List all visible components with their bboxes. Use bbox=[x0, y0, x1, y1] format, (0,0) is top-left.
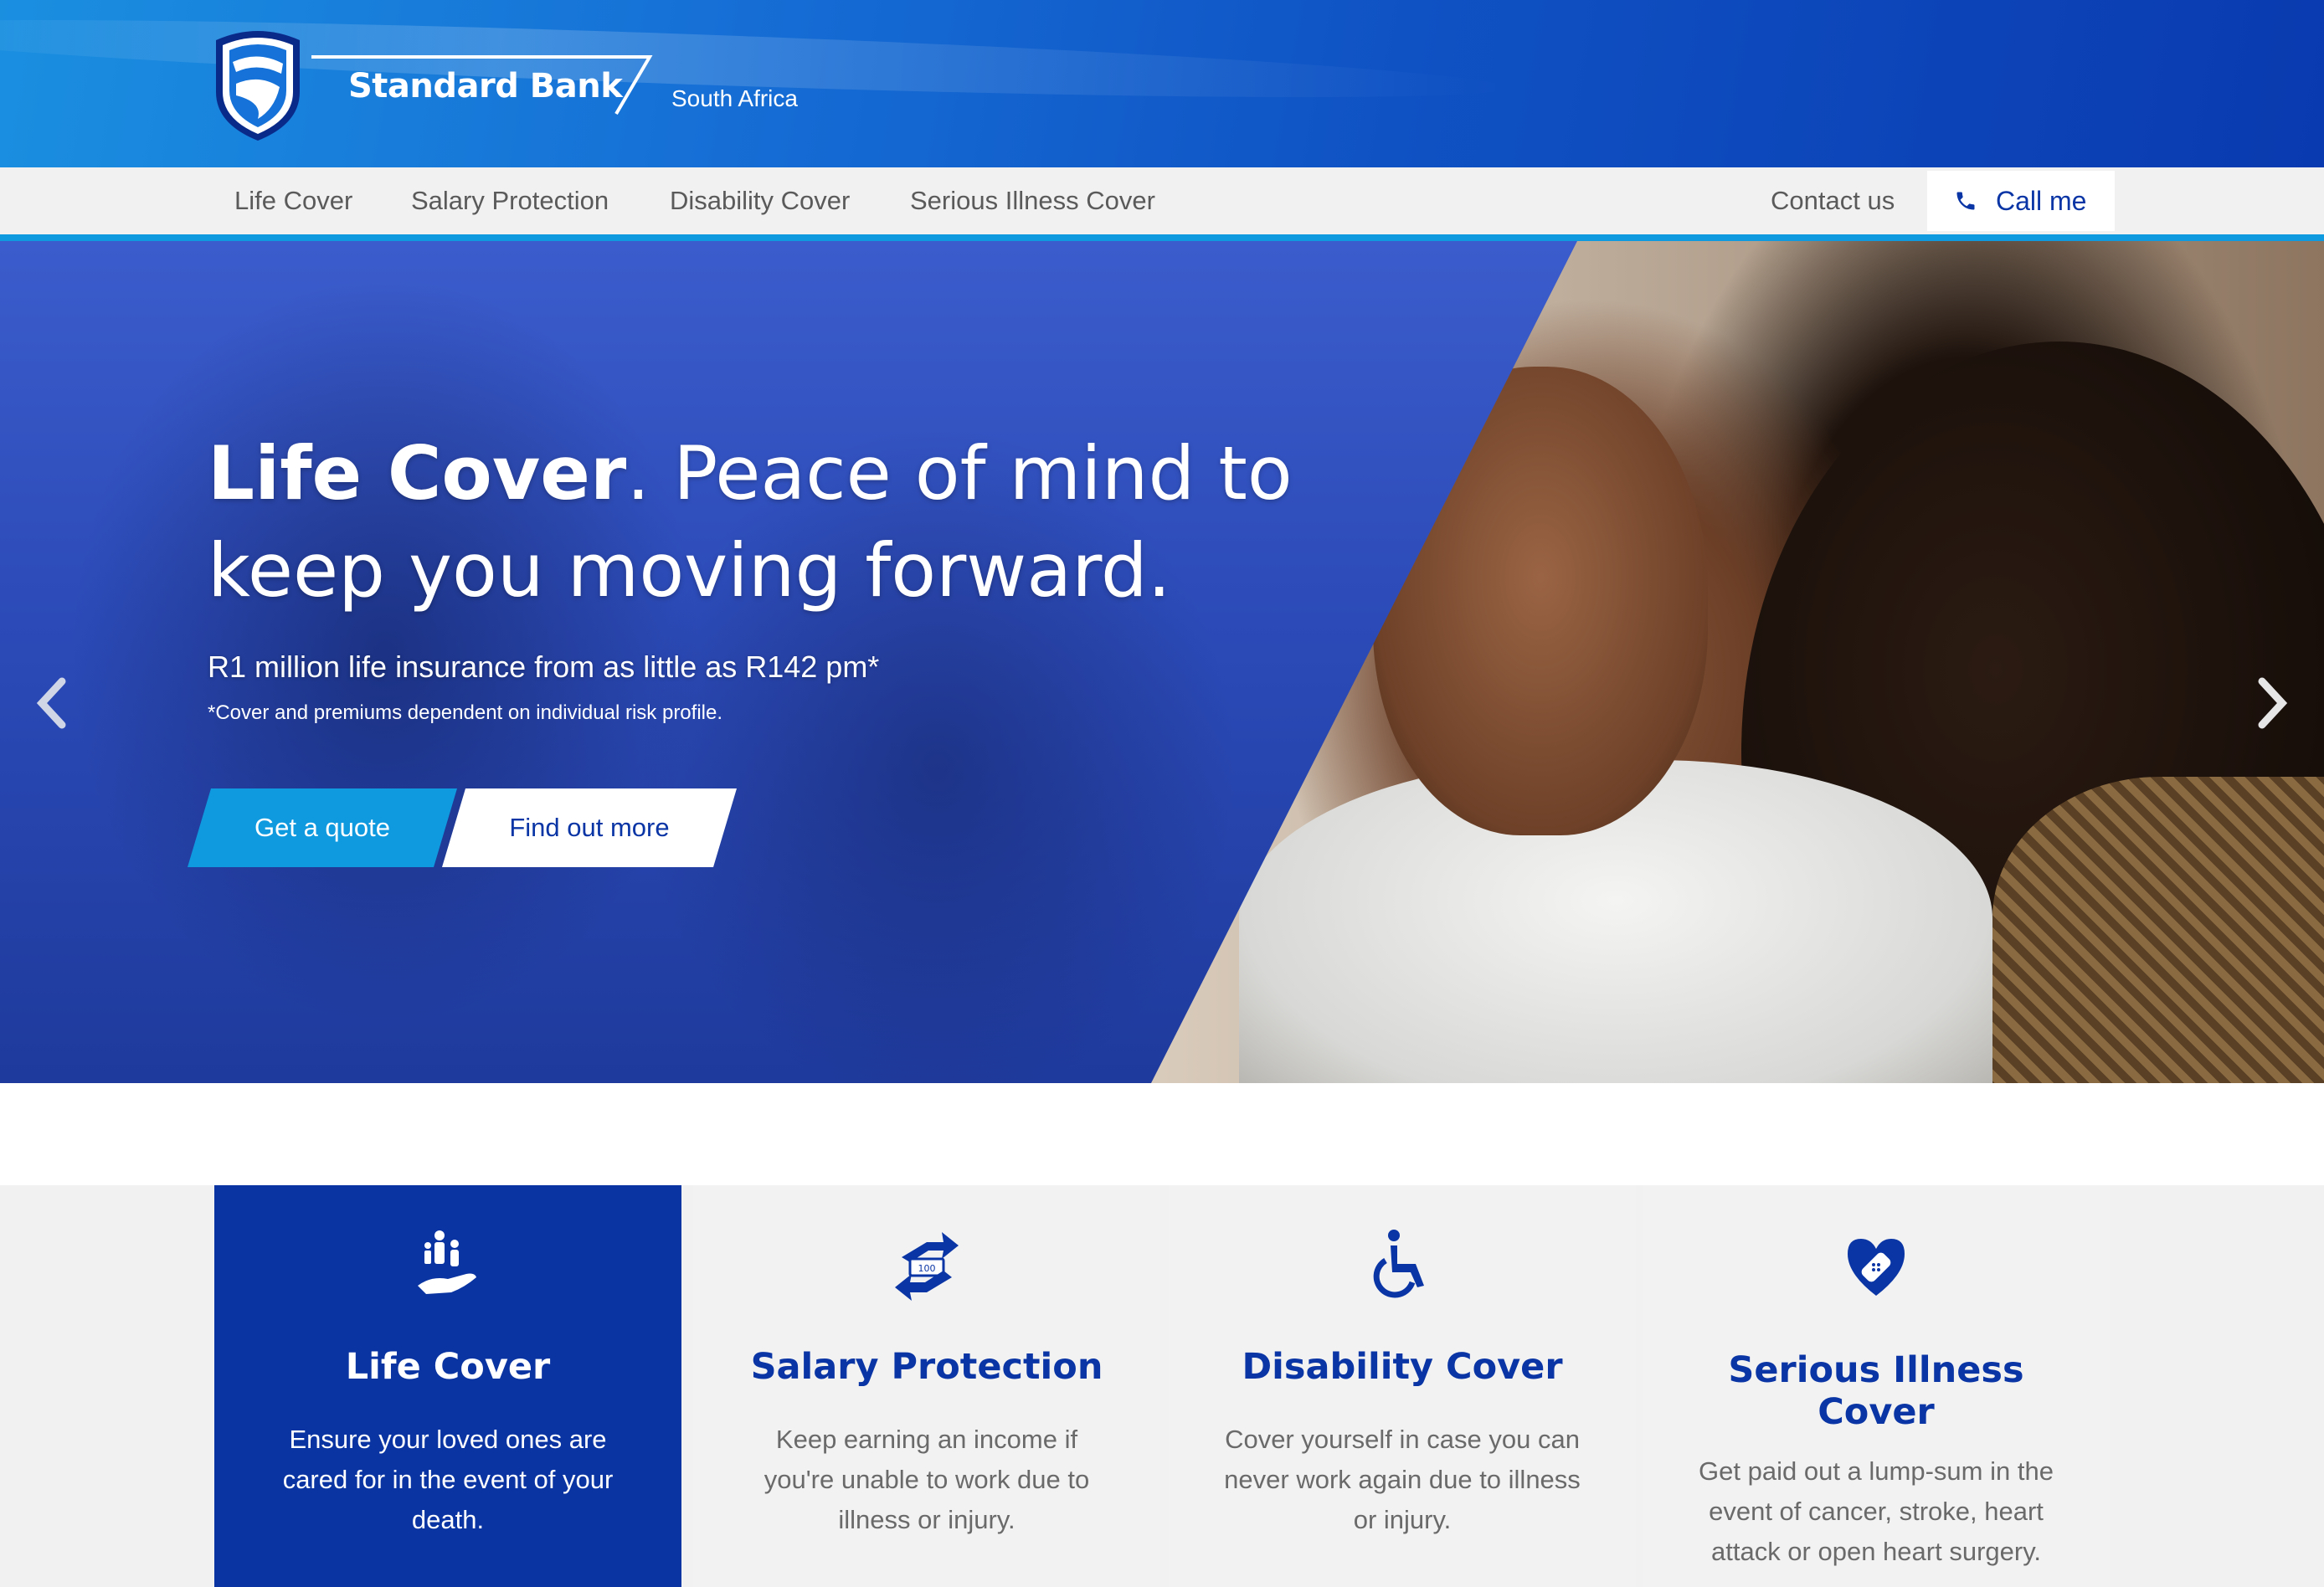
money-hands-icon: 100 bbox=[895, 1232, 959, 1301]
hero-banner: Life Cover. Peace of mind to keep you mo… bbox=[0, 241, 2324, 1083]
wheelchair-icon bbox=[1373, 1230, 1424, 1298]
card-life-cover[interactable]: Life Cover Ensure your loved ones are ca… bbox=[214, 1185, 681, 1587]
money-note-value: 100 bbox=[918, 1263, 936, 1274]
card-description: Keep earning an income if you're unable … bbox=[764, 1425, 1090, 1534]
phone-icon bbox=[1956, 192, 1975, 210]
card-title: Salary Protection bbox=[750, 1346, 1103, 1388]
family-hand-icon bbox=[418, 1230, 476, 1294]
carousel-prev-arrow-icon[interactable] bbox=[33, 676, 70, 730]
nav-item-disability-cover[interactable]: Disability Cover bbox=[670, 167, 850, 234]
nav-item-salary-protection[interactable]: Salary Protection bbox=[411, 167, 609, 234]
region-label: South Africa bbox=[671, 85, 798, 111]
brand-name[interactable]: Standard Bank bbox=[348, 67, 623, 105]
card-description: Ensure your loved ones are cared for in … bbox=[282, 1425, 614, 1534]
hero-title: Life Cover. Peace of mind to keep you mo… bbox=[208, 425, 1380, 619]
hero-title-bold: Life Cover bbox=[208, 430, 627, 516]
call-me-label: Call me bbox=[1996, 186, 2087, 216]
card-description: Get paid out a lump-sum in the event of … bbox=[1699, 1456, 2054, 1566]
hero-disclaimer: *Cover and premiums dependent on individ… bbox=[208, 701, 722, 724]
hero-subtitle: R1 million life insurance from as little… bbox=[208, 650, 880, 684]
call-me-button[interactable]: Call me bbox=[1927, 171, 2115, 231]
standard-bank-shield-logo[interactable] bbox=[208, 25, 308, 142]
heart-bandage-icon bbox=[1848, 1239, 1905, 1296]
card-title: Disability Cover bbox=[1242, 1346, 1563, 1388]
card-description: Cover yourself in case you can never wor… bbox=[1224, 1425, 1581, 1534]
get-a-quote-button[interactable]: Get a quote bbox=[188, 788, 457, 867]
card-salary-protection[interactable]: 100 Salary Protection Keep earning an in… bbox=[693, 1185, 1160, 1587]
nav-item-serious-illness-cover[interactable]: Serious Illness Cover bbox=[910, 167, 1155, 234]
hero-photo-jacket bbox=[1992, 777, 2324, 1083]
card-title: Life Cover bbox=[345, 1346, 551, 1388]
card-disability-cover[interactable]: Disability Cover Cover yourself in case … bbox=[1169, 1185, 1636, 1587]
site-header: Standard Bank South Africa bbox=[0, 0, 2324, 167]
nav-item-life-cover[interactable]: Life Cover bbox=[234, 167, 352, 234]
card-title: Serious Illness Cover bbox=[1728, 1349, 2024, 1433]
carousel-next-arrow-icon[interactable] bbox=[2254, 676, 2291, 730]
find-out-more-button[interactable]: Find out more bbox=[442, 788, 737, 867]
main-nav: Life Cover Salary Protection Disability … bbox=[0, 167, 2324, 241]
card-serious-illness-cover[interactable]: Serious Illness Cover Get paid out a lum… bbox=[1643, 1185, 2110, 1587]
nav-item-contact-us[interactable]: Contact us bbox=[1771, 167, 1895, 234]
